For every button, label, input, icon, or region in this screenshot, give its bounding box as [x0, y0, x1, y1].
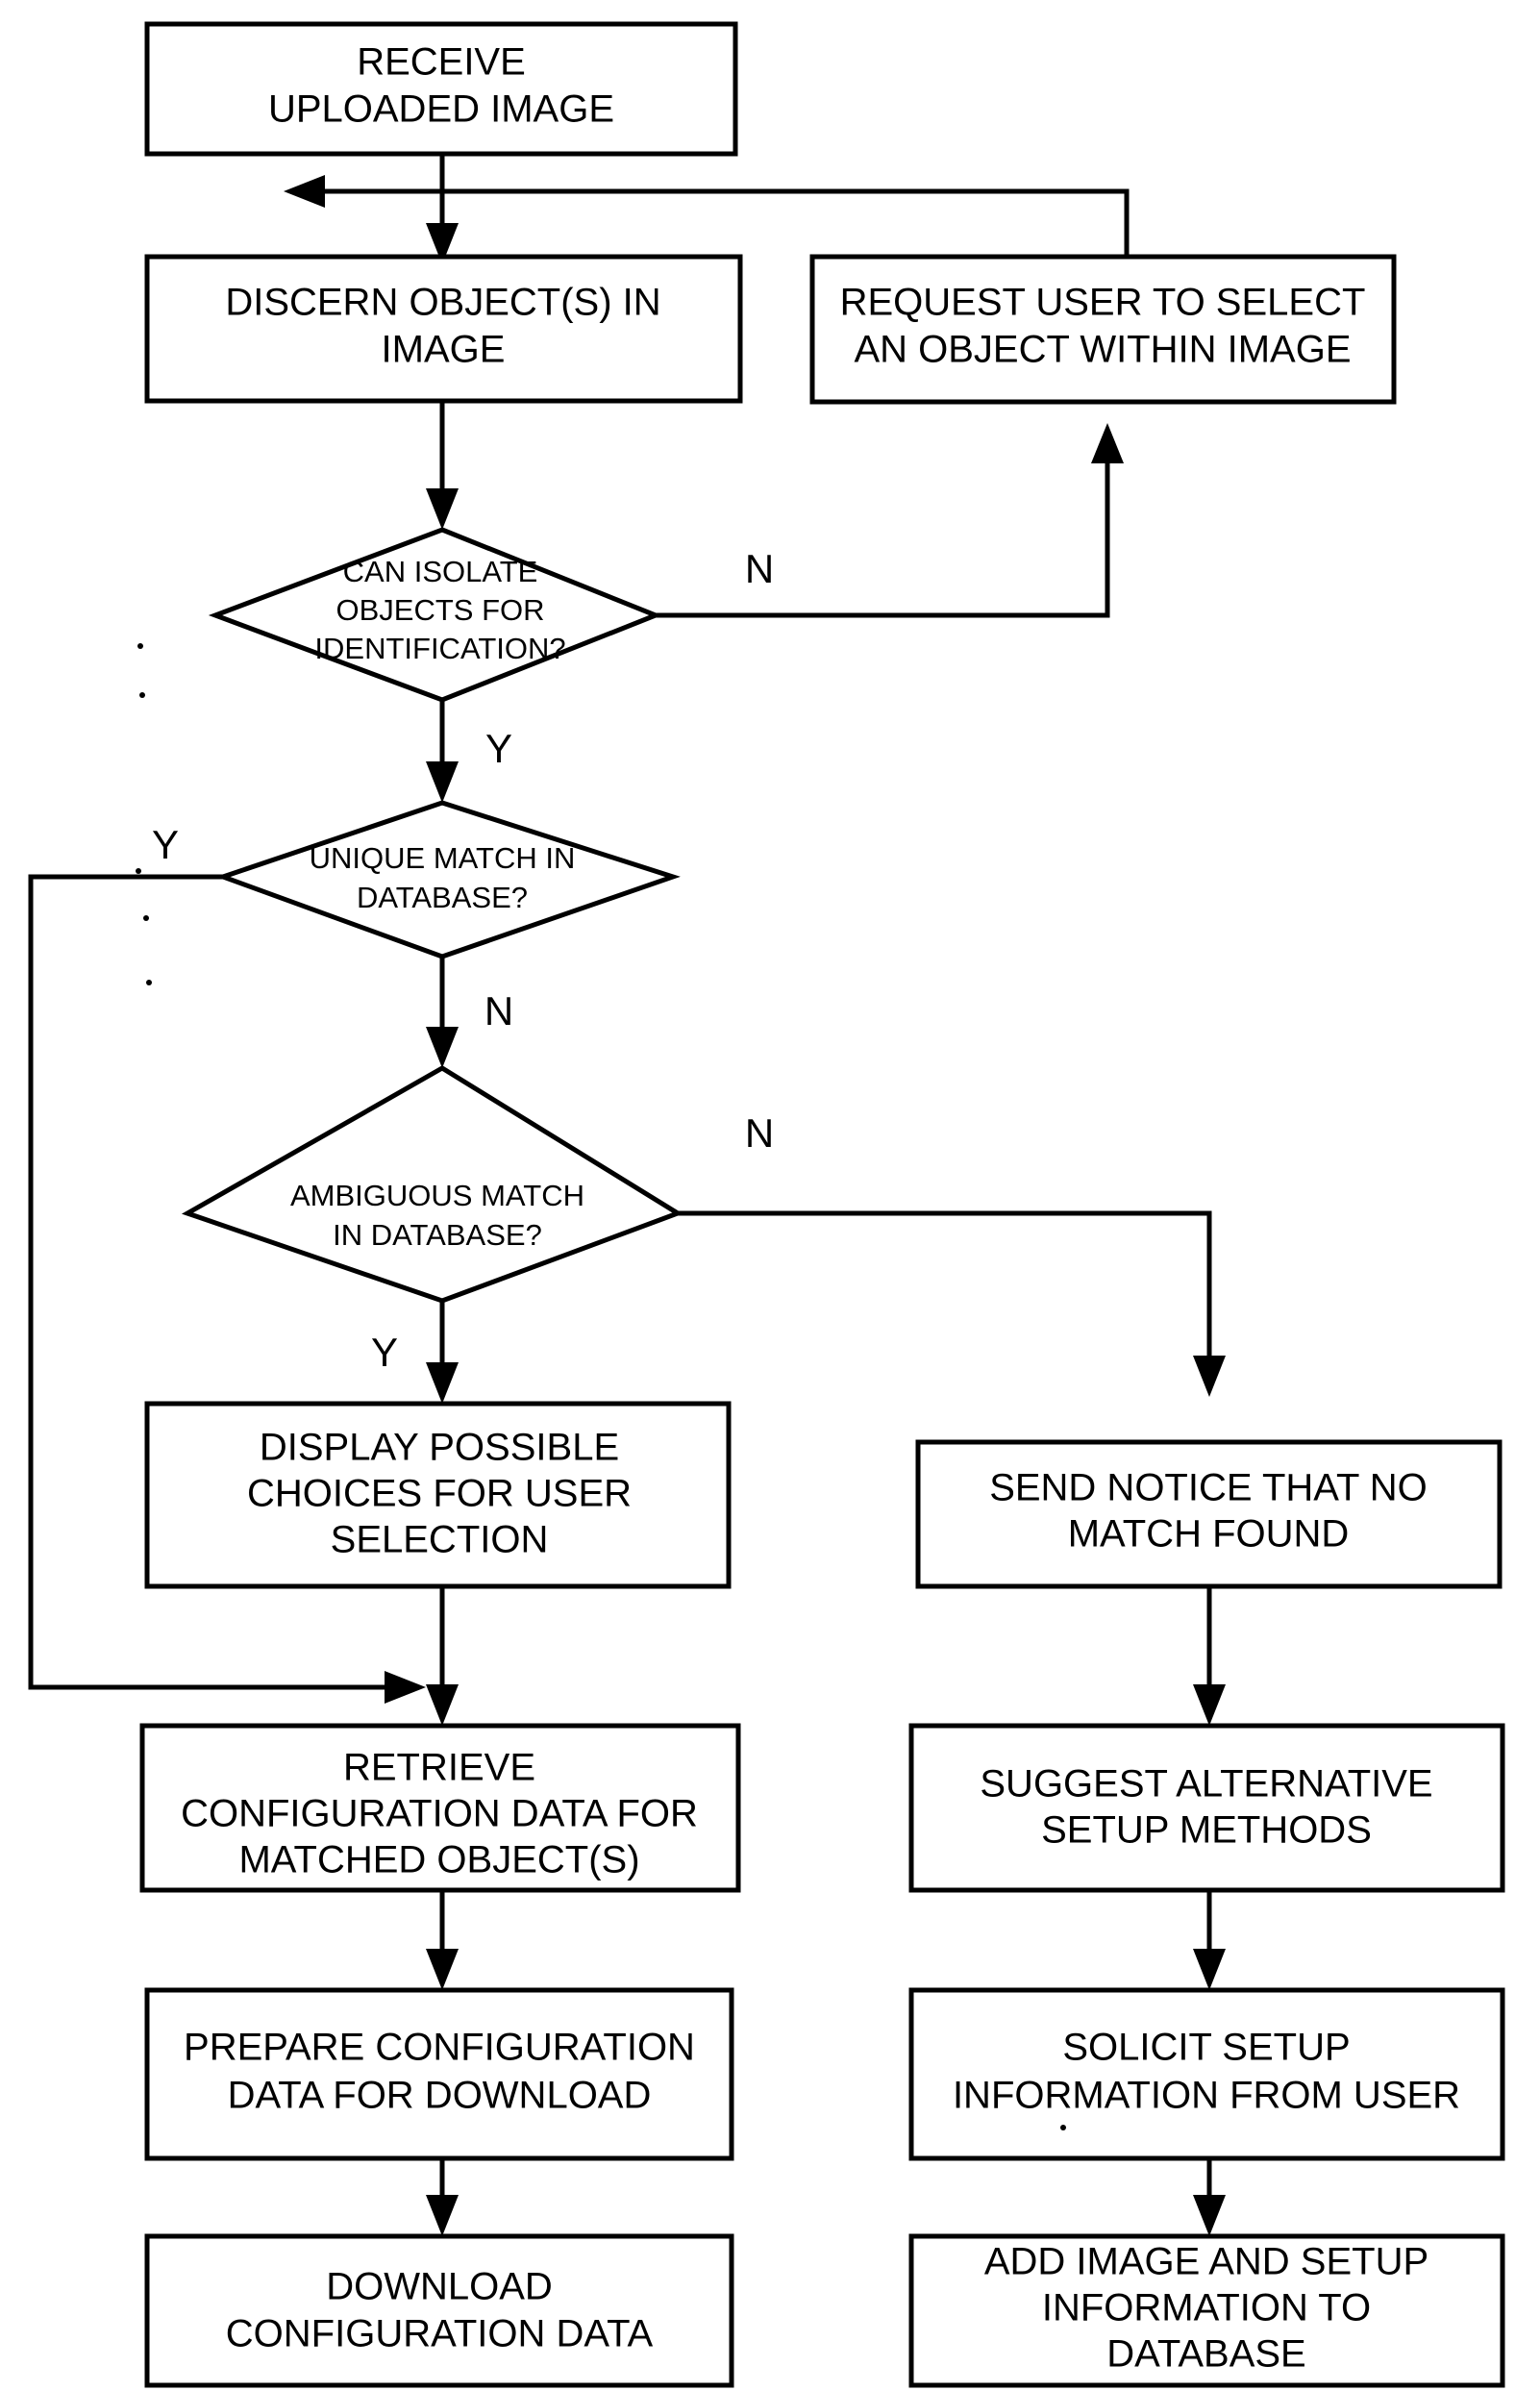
node-label-line: CONFIGURATION DATA	[226, 2313, 654, 2355]
edge-ambiguous-match-yes	[426, 1301, 459, 1404]
scan-speck	[146, 980, 152, 985]
node-retrieve-configuration-data[interactable]: RETRIEVE CONFIGURATION DATA FOR MATCHED …	[139, 1723, 741, 1893]
edge-can-isolate-yes	[426, 700, 459, 803]
node-label-line: RETRIEVE	[343, 1747, 535, 1789]
node-receive-uploaded-image[interactable]: RECEIVE UPLOADED IMAGE	[144, 21, 738, 157]
node-label-line: DATABASE	[1106, 2333, 1305, 2376]
node-suggest-alternative-setup[interactable]: SUGGEST ALTERNATIVE SETUP METHODS	[908, 1723, 1505, 1893]
node-label-line: RECEIVE	[357, 41, 526, 84]
branch-label-ambiguous-no: N	[745, 1110, 774, 1156]
node-label-line: DATA FOR DOWNLOAD	[228, 2075, 652, 2117]
node-label-line: CHOICES FOR USER	[247, 1473, 632, 1515]
branch-label-unique-no: N	[484, 988, 513, 1034]
node-prepare-configuration-data[interactable]: PREPARE CONFIGURATION DATA FOR DOWNLOAD	[144, 1987, 734, 2161]
node-label-line: AN OBJECT WITHIN IMAGE	[854, 329, 1351, 371]
scan-speck	[139, 692, 145, 698]
edge-retrieve-to-prepare	[426, 1890, 459, 1990]
node-label-line: MATCH FOUND	[1068, 1513, 1350, 1556]
edge-display-choices-to-retrieve	[426, 1584, 459, 1726]
node-unique-match-decision[interactable]: UNIQUE MATCH IN DATABASE?	[215, 800, 681, 959]
edge-request-user-loopback	[284, 175, 1130, 257]
node-solicit-setup-information[interactable]: SOLICIT SETUP INFORMATION FROM USER	[908, 1987, 1505, 2161]
scan-speck	[143, 915, 149, 921]
node-label-line: AMBIGUOUS MATCH	[290, 1179, 584, 1212]
branch-label-ambiguous-yes: Y	[371, 1330, 398, 1375]
node-label-line: DISCERN OBJECT(S) IN	[225, 282, 660, 324]
node-request-user-select[interactable]: REQUEST USER TO SELECT AN OBJECT WITHIN …	[809, 254, 1397, 405]
flowchart-canvas: RECEIVE UPLOADED IMAGE DISCERN OBJECT(S)…	[0, 0, 1540, 2391]
scan-speck	[1060, 2125, 1066, 2130]
scan-speck	[137, 643, 143, 649]
edge-unique-match-no	[426, 957, 459, 1068]
node-send-notice-no-match[interactable]: SEND NOTICE THAT NO MATCH FOUND	[915, 1439, 1503, 1589]
node-label-line: ADD IMAGE AND SETUP	[984, 2241, 1428, 2283]
node-add-image-and-setup-info[interactable]: ADD IMAGE AND SETUP INFORMATION TO DATAB…	[908, 2233, 1505, 2388]
edge-can-isolate-no	[656, 423, 1124, 618]
node-shape-diamond	[215, 800, 681, 959]
node-label-line: OBJECTS FOR	[335, 593, 544, 627]
node-label-line: DOWNLOAD	[326, 2266, 553, 2308]
node-label-line: PREPARE CONFIGURATION	[184, 2027, 695, 2069]
node-label-line: CAN ISOLATE	[343, 555, 538, 588]
node-label-line: SELECTION	[331, 1519, 549, 1561]
node-ambiguous-match-decision[interactable]: AMBIGUOUS MATCH IN DATABASE?	[181, 1065, 683, 1304]
node-label-line: UNIQUE MATCH IN	[310, 841, 576, 875]
node-label-line: SEND NOTICE THAT NO	[989, 1467, 1428, 1509]
node-discern-objects[interactable]: DISCERN OBJECT(S) IN IMAGE	[144, 254, 743, 404]
node-can-isolate-decision[interactable]: CAN ISOLATE OBJECTS FOR IDENTIFICATION?	[208, 527, 662, 703]
edge-receive-to-discern	[426, 154, 459, 264]
scan-speck	[136, 868, 141, 874]
edge-discern-to-can-isolate	[426, 401, 459, 530]
branch-label-unique-yes: Y	[152, 822, 179, 867]
node-label-line: SUGGEST ALTERNATIVE	[980, 1763, 1432, 1806]
node-label-line: MATCHED OBJECT(S)	[238, 1839, 639, 1881]
node-label-line: CONFIGURATION DATA FOR	[181, 1793, 698, 1835]
node-label-line: IDENTIFICATION?	[314, 632, 565, 665]
node-label-line: UPLOADED IMAGE	[268, 88, 614, 131]
node-download-configuration-data[interactable]: DOWNLOAD CONFIGURATION DATA	[144, 2233, 734, 2388]
flowchart-svg: RECEIVE UPLOADED IMAGE DISCERN OBJECT(S)…	[28, 21, 1505, 2388]
edge-prepare-to-download	[426, 2158, 459, 2236]
edge-suggest-to-solicit	[1193, 1890, 1226, 1990]
node-label-line: DISPLAY POSSIBLE	[260, 1427, 619, 1469]
edge-solicit-to-add-image	[1193, 2158, 1226, 2236]
node-label-line: IN DATABASE?	[333, 1218, 542, 1252]
branch-label-isolate-no: N	[745, 546, 774, 591]
node-label-line: SOLICIT SETUP	[1062, 2027, 1350, 2069]
node-label-line: INFORMATION FROM USER	[953, 2075, 1460, 2117]
edge-send-notice-to-suggest	[1193, 1586, 1226, 1726]
node-label-line: IMAGE	[382, 329, 506, 371]
node-shape-rect	[908, 1723, 1505, 1893]
node-label-line: SETUP METHODS	[1041, 1809, 1372, 1852]
node-label-line: DATABASE?	[357, 881, 528, 914]
node-label-line: INFORMATION TO	[1042, 2287, 1371, 2329]
node-display-possible-choices[interactable]: DISPLAY POSSIBLE CHOICES FOR USER SELECT…	[144, 1401, 732, 1589]
node-label-line: REQUEST USER TO SELECT	[840, 282, 1366, 324]
branch-label-isolate-yes: Y	[485, 726, 512, 771]
node-shape-rect	[144, 2233, 734, 2388]
edge-ambiguous-match-no	[678, 1210, 1226, 1397]
